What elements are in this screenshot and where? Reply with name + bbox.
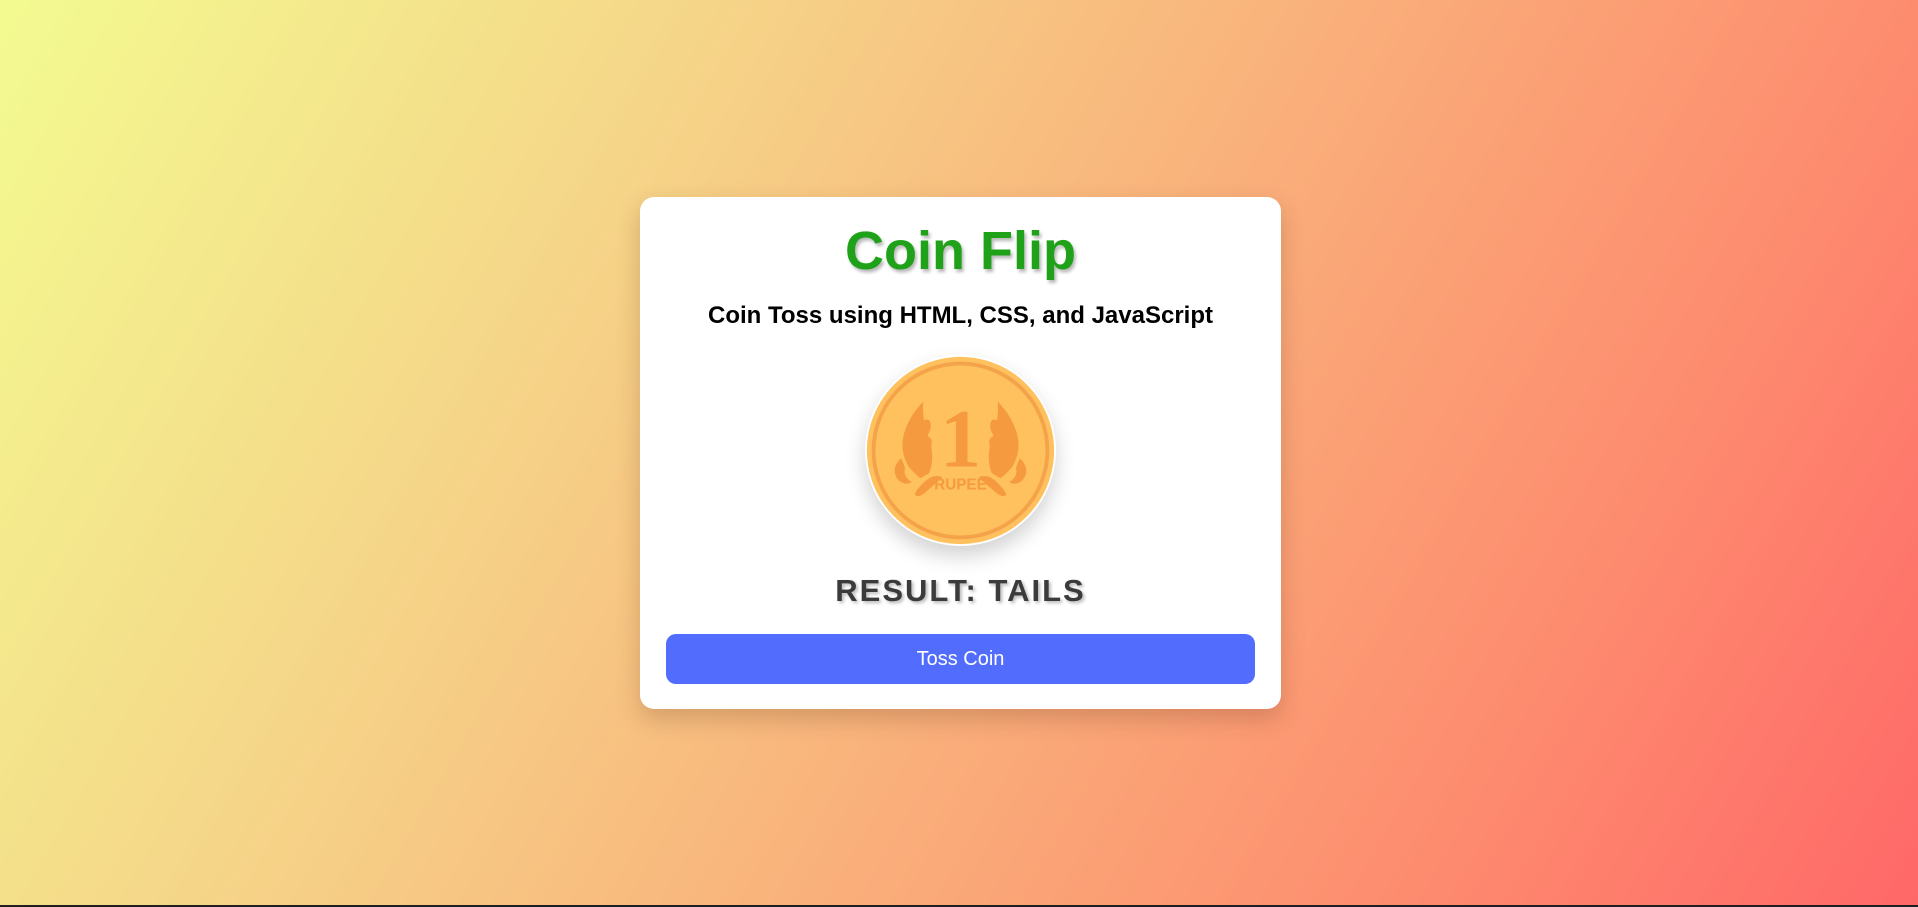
rupee-coin-icon: 1 RUPEE: [866, 356, 1055, 545]
toss-coin-button[interactable]: Toss Coin: [666, 634, 1255, 684]
coin-denomination: 1: [940, 394, 981, 485]
coin-flip-card: Coin Flip Coin Toss using HTML, CSS, and…: [640, 197, 1281, 709]
page-subtitle: Coin Toss using HTML, CSS, and JavaScrip…: [708, 302, 1213, 329]
coin-image: 1 RUPEE: [865, 355, 1056, 546]
coin-currency-label: RUPEE: [934, 477, 987, 494]
page-title: Coin Flip: [845, 221, 1076, 281]
result-text: RESULT: TAILS: [835, 573, 1086, 608]
